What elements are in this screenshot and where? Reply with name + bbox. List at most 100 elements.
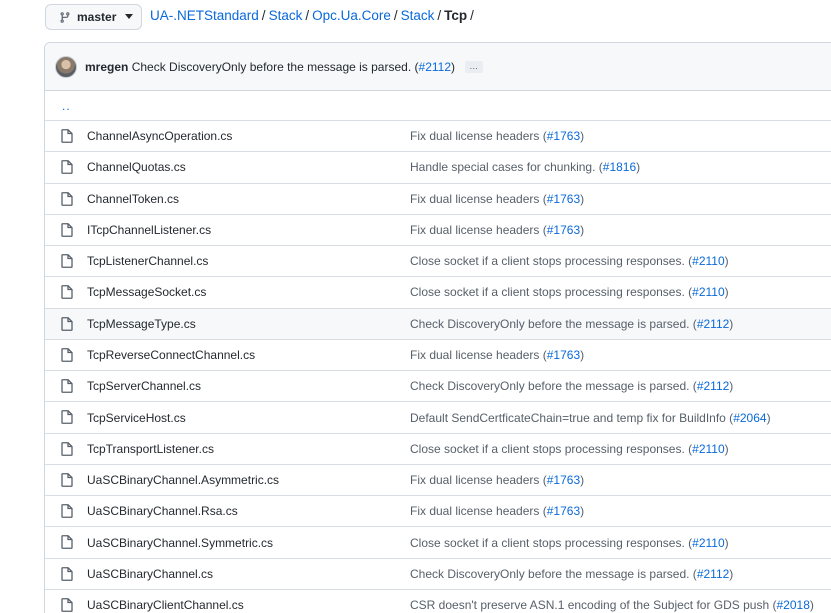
file-commit-message[interactable]: CSR doesn't preserve ASN.1 encoding of t… <box>410 598 814 612</box>
file-commit-pr-link[interactable]: #1763 <box>547 504 580 518</box>
breadcrumb-link-opc-ua-core[interactable]: Opc.Ua.Core <box>312 8 391 23</box>
file-row[interactable]: UaSCBinaryChannel.Rsa.cs Fix dual license… <box>45 496 831 528</box>
file-row[interactable]: UaSCBinaryClientChannel.cs CSR doesn't pr… <box>45 590 831 613</box>
file-commit-text[interactable]: Fix dual license headers <box>410 129 539 143</box>
commit-pr-link[interactable]: #2112 <box>419 60 451 74</box>
file-commit-pr-link[interactable]: #2018 <box>777 598 810 612</box>
file-commit-text[interactable]: Handle special cases for chunking. <box>410 160 595 174</box>
file-commit-pr-link[interactable]: #1816 <box>603 160 636 174</box>
file-row[interactable]: TcpServiceHost.cs Default SendCertficateC… <box>45 402 831 434</box>
file-name-link[interactable]: UaSCBinaryChannel.cs <box>87 567 213 581</box>
expand-commit-message-button[interactable]: … <box>465 60 483 73</box>
file-row[interactable]: UaSCBinaryChannel.cs Check DiscoveryOnly … <box>45 559 831 590</box>
file-commit-message[interactable]: Fix dual license headers (#1763) <box>410 348 584 362</box>
file-row[interactable]: ChannelToken.cs Fix dual license headers … <box>45 184 831 215</box>
file-row[interactable]: TcpMessageSocket.cs Close socket if a cli… <box>45 277 831 309</box>
file-name-link[interactable]: TcpMessageType.cs <box>87 317 196 331</box>
file-commit-text[interactable]: Fix dual license headers <box>410 473 539 487</box>
file-commit-text[interactable]: Check DiscoveryOnly before the message i… <box>410 317 689 331</box>
file-commit-message[interactable]: Fix dual license headers (#1763) <box>410 223 584 237</box>
file-row[interactable]: ITcpChannelListener.cs Fix dual license h… <box>45 215 831 247</box>
breadcrumb-link-stack-2[interactable]: Stack <box>401 8 435 23</box>
commit-message[interactable]: Check DiscoveryOnly before the message i… <box>132 60 455 74</box>
file-commit-text[interactable]: Check DiscoveryOnly before the message i… <box>410 379 689 393</box>
file-commit-pr-link[interactable]: #1763 <box>547 473 580 487</box>
file-commit-message[interactable]: Fix dual license headers (#1763) <box>410 129 584 143</box>
file-row[interactable]: TcpMessageType.cs Check DiscoveryOnly bef… <box>45 308 831 340</box>
file-commit-message[interactable]: Close socket if a client stops processin… <box>410 536 729 550</box>
file-commit-text[interactable]: Close socket if a client stops processin… <box>410 442 685 456</box>
file-commit-text[interactable]: Close socket if a client stops processin… <box>410 536 685 550</box>
file-commit-text[interactable]: Close socket if a client stops processin… <box>410 285 685 299</box>
file-name-link[interactable]: TcpServerChannel.cs <box>87 379 201 393</box>
file-name-link[interactable]: UaSCBinaryChannel.Rsa.cs <box>87 504 238 518</box>
file-name-link[interactable]: UaSCBinaryChannel.Symmetric.cs <box>87 536 273 550</box>
file-commit-pr-link[interactable]: #2112 <box>697 567 729 581</box>
avatar[interactable] <box>55 55 77 78</box>
file-icon <box>61 347 73 362</box>
file-name-link[interactable]: ChannelQuotas.cs <box>87 160 186 174</box>
file-row[interactable]: UaSCBinaryChannel.Asymmetric.cs Fix dual … <box>45 465 831 497</box>
breadcrumb-repo-link[interactable]: UA-.NETStandard <box>150 8 259 23</box>
commit-message-text[interactable]: Check DiscoveryOnly before the message i… <box>132 60 411 74</box>
file-commit-text[interactable]: Close socket if a client stops processin… <box>410 254 685 268</box>
file-commit-pr-link[interactable]: #2110 <box>692 442 724 456</box>
file-commit-pr-link[interactable]: #1763 <box>547 192 580 206</box>
file-commit-message[interactable]: Handle special cases for chunking. (#181… <box>410 160 640 174</box>
file-name-link[interactable]: TcpServiceHost.cs <box>87 411 186 425</box>
file-commit-message[interactable]: Close socket if a client stops processin… <box>410 285 729 299</box>
file-row[interactable]: TcpListenerChannel.cs Close socket if a c… <box>45 246 831 278</box>
file-icon <box>61 160 73 175</box>
commit-pr-close-paren: ) <box>451 59 455 74</box>
file-commit-pr-link[interactable]: #2112 <box>697 379 729 393</box>
file-commit-pr-link[interactable]: #2110 <box>692 254 724 268</box>
file-commit-message[interactable]: Fix dual license headers (#1763) <box>410 192 584 206</box>
file-row[interactable]: TcpServerChannel.cs Check DiscoveryOnly b… <box>45 371 831 403</box>
branch-selector-button[interactable]: master <box>45 4 142 30</box>
file-row[interactable]: ChannelQuotas.cs Handle special cases for… <box>45 152 831 184</box>
file-row[interactable]: UaSCBinaryChannel.Symmetric.cs Close sock… <box>45 527 831 559</box>
file-name-link[interactable]: UaSCBinaryChannel.Asymmetric.cs <box>87 473 279 487</box>
file-commit-message[interactable]: Check DiscoveryOnly before the message i… <box>410 317 733 331</box>
file-commit-message[interactable]: Default SendCertficateChain=true and tem… <box>410 411 771 425</box>
file-commit-text[interactable]: Check DiscoveryOnly before the message i… <box>410 567 689 581</box>
file-commit-pr-link[interactable]: #1763 <box>547 223 580 237</box>
file-commit-message[interactable]: Fix dual license headers (#1763) <box>410 504 584 518</box>
commit-author-link[interactable]: mregen <box>85 60 128 74</box>
file-name-link[interactable]: TcpTransportListener.cs <box>87 442 214 456</box>
file-commit-text[interactable]: Fix dual license headers <box>410 504 539 518</box>
file-commit-text[interactable]: CSR doesn't preserve ASN.1 encoding of t… <box>410 598 769 612</box>
file-commit-pr-link[interactable]: #2110 <box>692 285 724 299</box>
file-commit-text[interactable]: Fix dual license headers <box>410 223 539 237</box>
file-row[interactable]: TcpTransportListener.cs Close socket if a… <box>45 434 831 465</box>
file-commit-pr-link[interactable]: #2064 <box>733 411 766 425</box>
file-commit-pr-link[interactable]: #1763 <box>547 129 580 143</box>
file-icon <box>61 129 73 143</box>
git-branch-icon <box>60 11 70 23</box>
file-list-box: mregen Check DiscoveryOnly before the me… <box>44 42 831 613</box>
breadcrumb-link-stack[interactable]: Stack <box>269 8 303 23</box>
file-commit-text[interactable]: Default SendCertficateChain=true and tem… <box>410 411 726 425</box>
file-commit-message[interactable]: Check DiscoveryOnly before the message i… <box>410 567 733 581</box>
file-name-link[interactable]: TcpReverseConnectChannel.cs <box>87 348 255 362</box>
file-commit-pr-link[interactable]: #2110 <box>692 536 724 550</box>
file-commit-message[interactable]: Fix dual license headers (#1763) <box>410 473 584 487</box>
file-row[interactable]: ChannelAsyncOperation.cs Fix dual license… <box>45 121 831 153</box>
file-name-link[interactable]: UaSCBinaryClientChannel.cs <box>87 598 244 612</box>
file-icon <box>61 441 73 456</box>
file-commit-pr-link[interactable]: #1763 <box>547 348 580 362</box>
file-row[interactable]: TcpReverseConnectChannel.cs Fix dual lice… <box>45 340 831 372</box>
file-commit-message[interactable]: Check DiscoveryOnly before the message i… <box>410 379 733 393</box>
file-name-link[interactable]: ChannelToken.cs <box>87 192 179 206</box>
file-icon <box>61 535 73 550</box>
file-commit-text[interactable]: Fix dual license headers <box>410 192 539 206</box>
file-commit-text[interactable]: Fix dual license headers <box>410 348 539 362</box>
file-name-link[interactable]: TcpMessageSocket.cs <box>87 285 206 299</box>
file-name-link[interactable]: ChannelAsyncOperation.cs <box>87 129 232 143</box>
file-commit-message[interactable]: Close socket if a client stops processin… <box>410 442 729 456</box>
file-commit-message[interactable]: Close socket if a client stops processin… <box>410 254 729 268</box>
parent-directory-link[interactable]: .. <box>45 91 831 121</box>
file-name-link[interactable]: TcpListenerChannel.cs <box>87 254 208 268</box>
file-name-link[interactable]: ITcpChannelListener.cs <box>87 223 211 237</box>
file-commit-pr-link[interactable]: #2112 <box>697 317 729 331</box>
